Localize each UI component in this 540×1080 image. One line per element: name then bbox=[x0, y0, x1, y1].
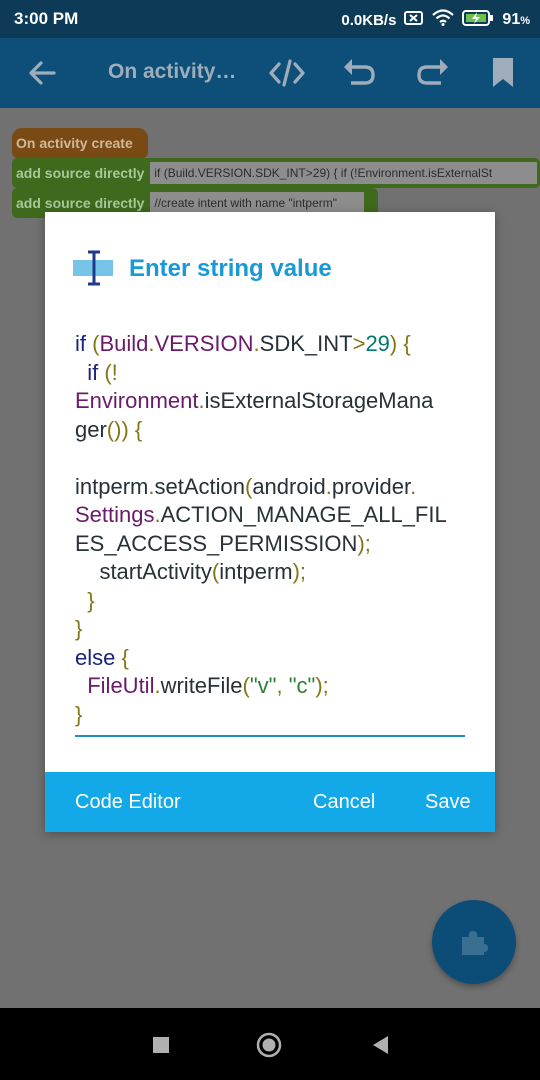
code-tags-icon[interactable] bbox=[268, 54, 306, 92]
undo-icon[interactable] bbox=[341, 54, 379, 92]
back-triangle-icon[interactable] bbox=[368, 1032, 394, 1058]
source-block-label: add source directly bbox=[16, 195, 145, 211]
dialog-header: Enter string value bbox=[45, 212, 495, 322]
no-sim-icon bbox=[404, 10, 424, 31]
string-value-dialog: Enter string value if (Build.VERSION.SDK… bbox=[45, 212, 495, 832]
bookmark-icon[interactable] bbox=[488, 54, 526, 92]
net-speed: 0.0KB/s bbox=[341, 11, 397, 29]
status-right: 0.0KB/s 91% bbox=[341, 9, 530, 31]
source-block[interactable]: add source directly if (Build.VERSION.SD… bbox=[12, 158, 540, 188]
home-circle-icon[interactable] bbox=[256, 1032, 282, 1058]
redo-icon[interactable] bbox=[413, 54, 451, 92]
navigation-bar bbox=[0, 1008, 540, 1080]
battery-charging-icon bbox=[462, 9, 494, 31]
toolbar: On activity… bbox=[0, 38, 540, 108]
dialog-footer: Code Editor Cancel Save bbox=[45, 772, 495, 832]
dialog-title: Enter string value bbox=[129, 255, 332, 282]
battery-unit: % bbox=[520, 15, 530, 27]
source-block-field[interactable]: //create intent with name "intperm" bbox=[150, 192, 365, 214]
source-block-label: add source directly bbox=[16, 165, 145, 181]
recents-square-icon[interactable] bbox=[148, 1032, 174, 1058]
text-cursor-icon bbox=[72, 250, 116, 286]
event-block[interactable]: On activity create bbox=[12, 128, 148, 158]
wifi-icon bbox=[432, 9, 455, 31]
status-time: 3:00 PM bbox=[14, 9, 79, 28]
puzzle-icon bbox=[460, 928, 488, 956]
battery-percent: 91 bbox=[502, 11, 521, 28]
cancel-button[interactable]: Cancel bbox=[313, 791, 375, 814]
source-block-field[interactable]: if (Build.VERSION.SDK_INT>29) { if (!Env… bbox=[150, 162, 537, 184]
status-bar: 3:00 PM 0.0KB/s 91% bbox=[0, 0, 540, 38]
event-block-label: On activity create bbox=[16, 135, 133, 151]
code-editor-button[interactable]: Code Editor bbox=[75, 791, 181, 814]
add-component-button[interactable] bbox=[432, 900, 516, 984]
code-text-field[interactable]: if (Build.VERSION.SDK_INT>29) { if (! En… bbox=[75, 330, 465, 737]
save-button[interactable]: Save bbox=[425, 791, 471, 814]
back-arrow-icon[interactable] bbox=[26, 58, 58, 88]
toolbar-title: On activity… bbox=[108, 60, 237, 83]
